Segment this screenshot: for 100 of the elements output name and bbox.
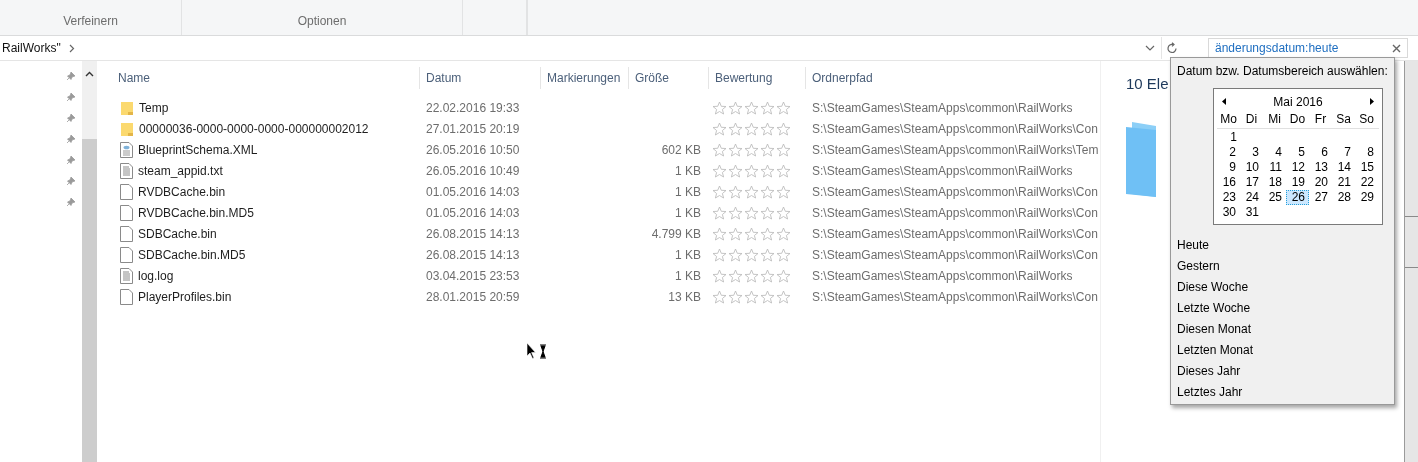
calendar-day[interactable]: 30 xyxy=(1217,205,1240,220)
star-icon[interactable] xyxy=(728,226,743,241)
date-range-link[interactable]: Diesen Monat xyxy=(1177,319,1252,340)
calendar-day[interactable]: 31 xyxy=(1240,205,1263,220)
star-icon[interactable] xyxy=(776,184,791,199)
rating[interactable] xyxy=(712,289,791,304)
pin-icon[interactable] xyxy=(66,155,76,165)
star-icon[interactable] xyxy=(760,142,775,157)
next-month-button[interactable] xyxy=(1368,96,1376,107)
column-header[interactable]: Ordnerpfad xyxy=(812,71,873,85)
column-header[interactable]: Größe xyxy=(635,71,669,85)
star-icon[interactable] xyxy=(728,142,743,157)
calendar-day[interactable]: 25 xyxy=(1263,190,1286,205)
calendar-day[interactable]: 2 xyxy=(1217,145,1240,160)
file-name[interactable]: PlayerProfiles.bin xyxy=(138,289,232,304)
rating[interactable] xyxy=(712,268,791,283)
calendar-day[interactable]: 22 xyxy=(1355,175,1378,190)
star-icon[interactable] xyxy=(728,121,743,136)
column-header[interactable]: Name xyxy=(118,71,150,85)
pin-icon[interactable] xyxy=(66,113,76,123)
date-range-link[interactable]: Gestern xyxy=(1177,256,1220,277)
star-icon[interactable] xyxy=(744,226,759,241)
calendar-day[interactable]: 5 xyxy=(1286,145,1309,160)
star-icon[interactable] xyxy=(776,142,791,157)
calendar-day[interactable]: 1 xyxy=(1218,130,1241,145)
star-icon[interactable] xyxy=(760,226,775,241)
file-name[interactable]: steam_appid.txt xyxy=(138,163,223,178)
star-icon[interactable] xyxy=(712,142,727,157)
rating[interactable] xyxy=(712,226,791,241)
calendar-day[interactable]: 12 xyxy=(1286,160,1309,175)
chevron-down-icon[interactable] xyxy=(1145,45,1155,51)
date-range-link[interactable]: Letzten Monat xyxy=(1177,340,1254,361)
refresh-icon[interactable] xyxy=(1166,41,1178,55)
calendar-day[interactable]: 19 xyxy=(1286,175,1309,190)
file-name[interactable]: BlueprintSchema.XML xyxy=(138,142,258,157)
pin-icon[interactable] xyxy=(66,134,76,144)
calendar-day[interactable]: 9 xyxy=(1217,160,1240,175)
calendar-day[interactable]: 15 xyxy=(1355,160,1378,175)
star-icon[interactable] xyxy=(712,247,727,262)
date-range-link[interactable]: Diese Woche xyxy=(1177,277,1249,298)
calendar-day[interactable]: 17 xyxy=(1240,175,1263,190)
star-icon[interactable] xyxy=(712,163,727,178)
rating[interactable] xyxy=(712,121,791,136)
star-icon[interactable] xyxy=(776,268,791,283)
star-icon[interactable] xyxy=(728,289,743,304)
calendar-day[interactable]: 21 xyxy=(1332,175,1355,190)
column-header[interactable]: Markierungen xyxy=(547,71,621,85)
calendar-day[interactable]: 10 xyxy=(1240,160,1263,175)
file-name[interactable]: Temp xyxy=(139,100,169,115)
calendar-day[interactable]: 24 xyxy=(1240,190,1263,205)
calendar-day[interactable]: 4 xyxy=(1263,145,1286,160)
calendar-day[interactable]: 16 xyxy=(1217,175,1240,190)
pin-icon[interactable] xyxy=(66,92,76,102)
star-icon[interactable] xyxy=(760,100,775,115)
date-range-link[interactable]: Dieses Jahr xyxy=(1177,361,1241,382)
previous-month-button[interactable] xyxy=(1220,96,1228,107)
star-icon[interactable] xyxy=(776,205,791,220)
calendar-day[interactable]: 14 xyxy=(1332,160,1355,175)
star-icon[interactable] xyxy=(712,100,727,115)
star-icon[interactable] xyxy=(744,142,759,157)
star-icon[interactable] xyxy=(712,289,727,304)
star-icon[interactable] xyxy=(712,184,727,199)
calendar-day[interactable]: 29 xyxy=(1355,190,1378,205)
column-header[interactable]: Datum xyxy=(426,71,462,85)
file-name[interactable]: RVDBCache.bin.MD5 xyxy=(138,205,254,220)
rating[interactable] xyxy=(712,205,791,220)
star-icon[interactable] xyxy=(728,268,743,283)
calendar-day[interactable]: 6 xyxy=(1309,145,1332,160)
star-icon[interactable] xyxy=(760,121,775,136)
star-icon[interactable] xyxy=(744,184,759,199)
star-icon[interactable] xyxy=(760,247,775,262)
date-range-link[interactable]: Letzte Woche xyxy=(1177,298,1251,319)
star-icon[interactable] xyxy=(776,100,791,115)
star-icon[interactable] xyxy=(712,268,727,283)
calendar-day[interactable]: 8 xyxy=(1355,145,1378,160)
scroll-up-icon[interactable] xyxy=(85,71,94,77)
star-icon[interactable] xyxy=(728,205,743,220)
star-icon[interactable] xyxy=(744,247,759,262)
star-icon[interactable] xyxy=(744,100,759,115)
star-icon[interactable] xyxy=(712,121,727,136)
star-icon[interactable] xyxy=(712,205,727,220)
rating[interactable] xyxy=(712,247,791,262)
rating[interactable] xyxy=(712,100,791,115)
address-bar[interactable]: RailWorks" xyxy=(0,37,1162,59)
pin-icon[interactable] xyxy=(66,176,76,186)
star-icon[interactable] xyxy=(760,184,775,199)
star-icon[interactable] xyxy=(744,121,759,136)
calendar-day[interactable]: 26 xyxy=(1286,190,1309,205)
star-icon[interactable] xyxy=(776,289,791,304)
breadcrumb[interactable]: RailWorks" xyxy=(2,41,61,55)
star-icon[interactable] xyxy=(744,289,759,304)
calendar-day[interactable]: 18 xyxy=(1263,175,1286,190)
star-icon[interactable] xyxy=(728,100,743,115)
close-icon[interactable] xyxy=(1392,43,1401,53)
star-icon[interactable] xyxy=(728,247,743,262)
star-icon[interactable] xyxy=(760,268,775,283)
star-icon[interactable] xyxy=(776,163,791,178)
rating[interactable] xyxy=(712,142,791,157)
star-icon[interactable] xyxy=(760,289,775,304)
star-icon[interactable] xyxy=(712,226,727,241)
